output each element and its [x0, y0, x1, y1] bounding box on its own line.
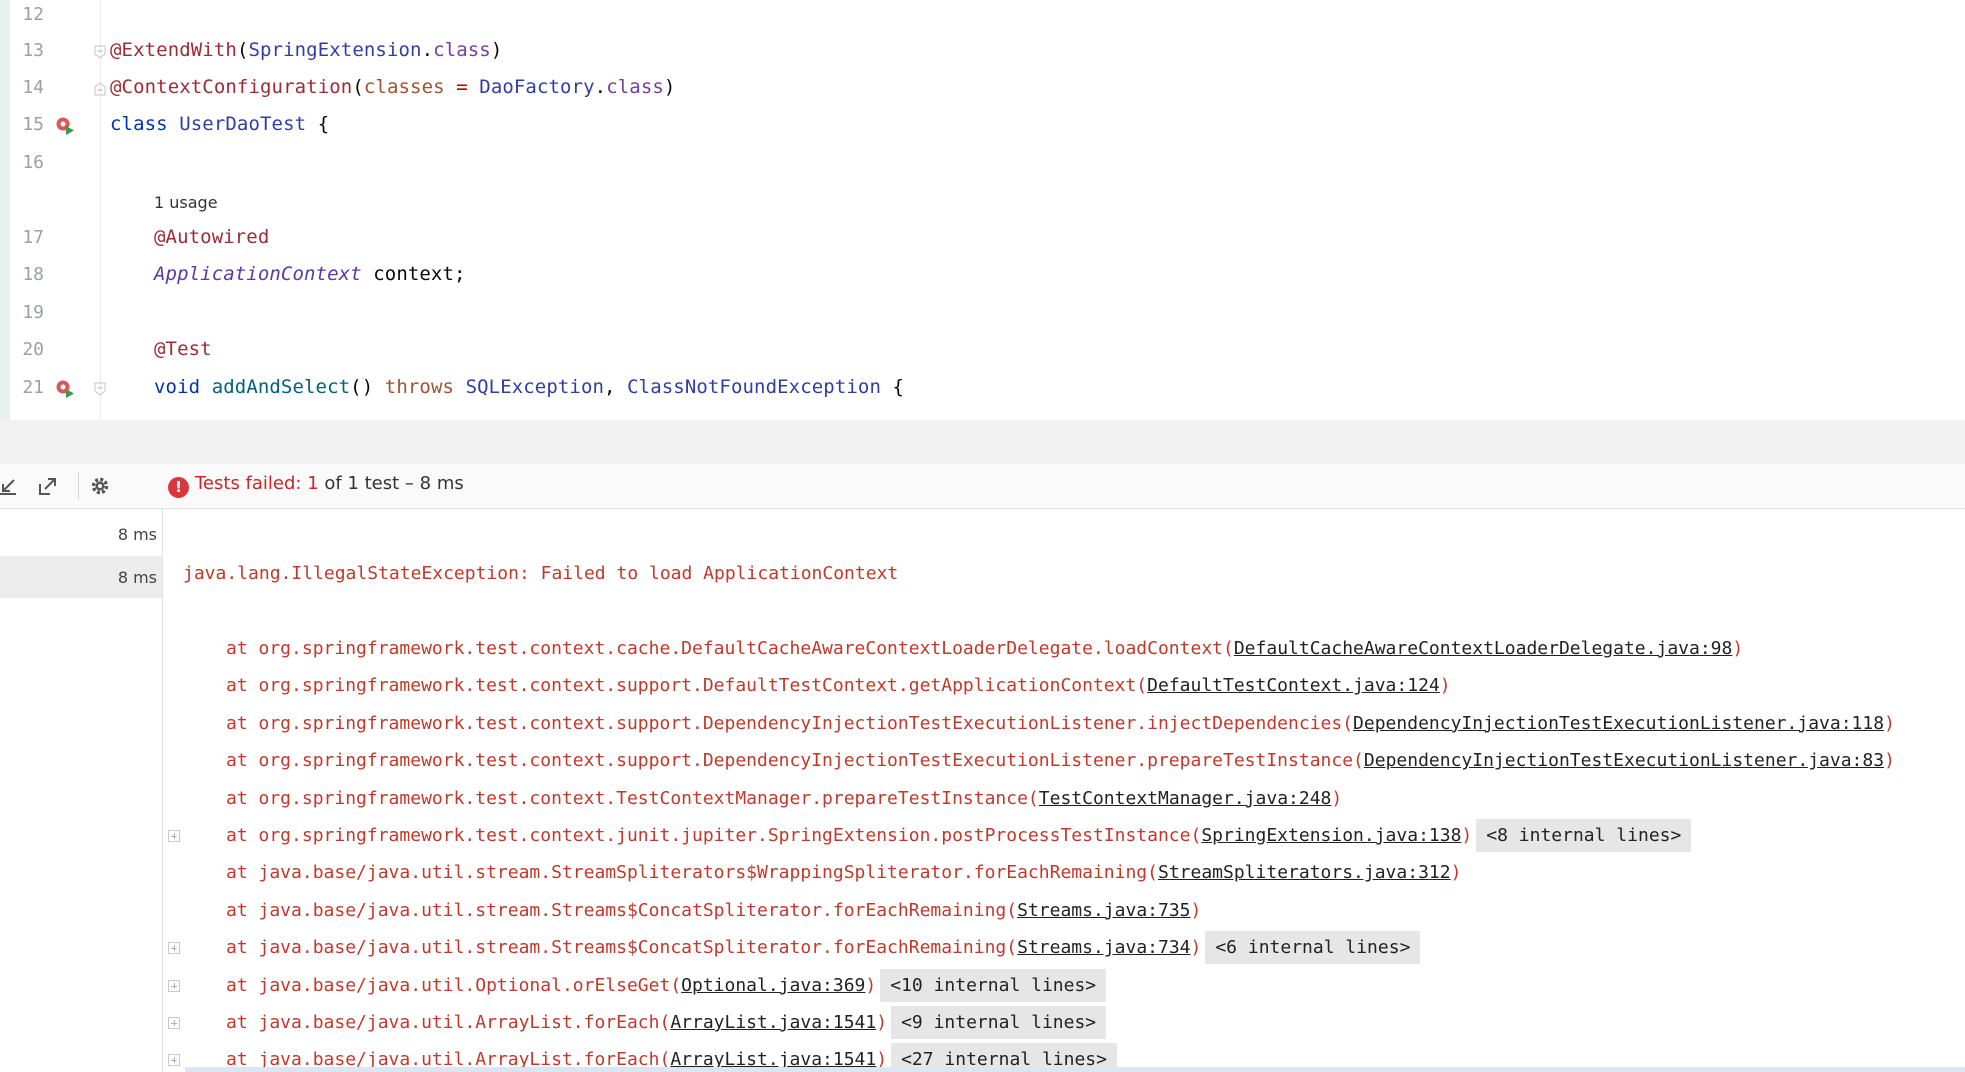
stack-frame-text: at org.springframework.test.context.juni… [226, 819, 1692, 852]
source-link[interactable]: DependencyInjectionTestExecutionListener… [1364, 750, 1884, 771]
line-number: 12 [22, 4, 44, 25]
usage-count[interactable]: 1 usage [154, 193, 218, 212]
line-number: 20 [22, 339, 44, 360]
internal-lines-toggle[interactable]: <10 internal lines> [880, 968, 1107, 1002]
code-line[interactable]: 20 @Test [0, 333, 1965, 370]
test-tree-item-selected[interactable]: 8 ms [0, 556, 162, 598]
code-text: class UserDaoTest { [110, 113, 330, 135]
test-tree-item[interactable]: 8 ms [0, 513, 162, 555]
stack-frame-line: at java.base/java.util.stream.Streams$Co… [163, 894, 1965, 931]
stack-frame-line: at java.base/java.util.stream.StreamSpli… [163, 856, 1965, 893]
test-output-console[interactable]: java.lang.IllegalStateException: Failed … [163, 509, 1965, 1072]
source-link[interactable]: Streams.java:735 [1017, 900, 1190, 921]
source-link[interactable]: SpringExtension.java:138 [1201, 825, 1461, 846]
stack-frame-text: at java.base/java.util.stream.StreamSpli… [226, 862, 1462, 884]
fold-icon[interactable] [93, 81, 107, 97]
expand-icon[interactable] [168, 979, 180, 992]
code-line[interactable]: 21 void addAndSelect() throws SQLExcepti… [0, 371, 1965, 408]
test-duration: 8 ms [117, 525, 157, 544]
code-line[interactable]: 18 ApplicationContext context; [0, 258, 1965, 295]
stack-frame-text: at java.base/java.util.stream.Streams$Co… [226, 899, 1202, 921]
test-status: ! Tests failed: 1 of 1 test – 8 ms [168, 473, 464, 498]
test-toolbar: ! Tests failed: 1 of 1 test – 8 ms [0, 464, 1965, 509]
internal-lines-toggle[interactable]: <9 internal lines> [891, 1006, 1107, 1039]
line-number: 18 [22, 264, 44, 285]
line-number: 16 [22, 152, 44, 173]
gear-icon[interactable] [88, 474, 112, 498]
code-text: ApplicationContext context; [154, 263, 466, 285]
internal-lines-toggle[interactable]: <6 internal lines> [1205, 931, 1421, 965]
line-number: 21 [22, 377, 44, 398]
source-link[interactable]: Streams.java:734 [1017, 937, 1190, 958]
stack-frame-text: at org.springframework.test.context.supp… [226, 675, 1451, 697]
exception-line: java.lang.IllegalStateException: Failed … [163, 557, 1965, 594]
code-text: @ContextConfiguration(classes = DaoFacto… [110, 76, 676, 98]
run-test-icon[interactable] [54, 115, 76, 137]
line-number: 14 [22, 77, 44, 98]
stack-frame-line: at org.springframework.test.context.supp… [163, 669, 1965, 706]
expand-icon[interactable] [168, 1017, 180, 1029]
console-bottom-border [185, 1067, 1965, 1072]
error-icon: ! [168, 477, 189, 498]
test-duration: 8 ms [117, 568, 157, 587]
source-link[interactable]: DefaultTestContext.java:124 [1147, 675, 1440, 696]
collapse-icon[interactable] [0, 474, 20, 498]
fold-icon[interactable] [93, 44, 107, 60]
code-text: @Test [154, 338, 212, 360]
source-link[interactable]: DefaultCacheAwareContextLoaderDelegate.j… [1234, 638, 1733, 659]
code-line[interactable]: 12 [0, 0, 1965, 35]
stack-frame-line: at java.base/java.util.stream.Streams$Co… [163, 931, 1965, 968]
code-text: void addAndSelect() throws SQLException,… [154, 376, 905, 398]
code-text: @ExtendWith(SpringExtension.class) [110, 39, 503, 61]
source-link[interactable]: Optional.java:369 [681, 975, 865, 996]
toolbar-separator [78, 472, 79, 500]
line-number: 15 [22, 114, 44, 135]
source-link[interactable]: StreamSpliterators.java:312 [1158, 862, 1451, 883]
stack-frame-text: at org.springframework.test.context.supp… [226, 750, 1895, 772]
expand-icon[interactable] [168, 1054, 180, 1067]
usage-hint[interactable]: 1 usage [0, 184, 1965, 221]
internal-lines-toggle[interactable]: <8 internal lines> [1476, 819, 1692, 852]
line-number: 13 [22, 40, 44, 61]
stack-frame-text: at org.springframework.test.context.cach… [226, 638, 1744, 659]
export-icon[interactable] [36, 474, 60, 498]
stack-frame-text: at java.base/java.util.Optional.orElseGe… [226, 968, 1107, 1002]
stack-frame-text: at org.springframework.test.context.Test… [226, 787, 1343, 809]
code-text: @Autowired [154, 226, 270, 248]
stack-frame-line: at org.springframework.test.context.juni… [163, 819, 1965, 856]
source-link[interactable]: ArrayList.java:1541 [670, 1012, 876, 1033]
code-line[interactable]: 13 @ExtendWith(SpringExtension.class) [0, 34, 1965, 71]
stack-frame-line: at org.springframework.test.context.Test… [163, 782, 1965, 819]
expand-icon[interactable] [168, 830, 180, 842]
stack-frame-text: at java.base/java.util.ArrayList.forEach… [226, 1006, 1107, 1039]
code-line[interactable]: 15 class UserDaoTest { [0, 108, 1965, 145]
stack-frame-text: at org.springframework.test.context.supp… [226, 712, 1895, 734]
code-line[interactable]: 17 @Autowired [0, 221, 1965, 258]
stack-frame-line: at java.base/java.util.ArrayList.forEach… [163, 1006, 1965, 1043]
code-line[interactable]: 16 [0, 146, 1965, 183]
line-number: 19 [22, 302, 44, 323]
run-test-icon[interactable] [54, 378, 76, 400]
line-number: 17 [22, 227, 44, 248]
stack-frame-line: at org.springframework.test.context.supp… [163, 744, 1965, 781]
stack-frame-line: at org.springframework.test.context.supp… [163, 707, 1965, 744]
panel-splitter[interactable] [0, 420, 1965, 464]
expand-icon[interactable] [168, 942, 180, 955]
code-line[interactable]: 14 @ContextConfiguration(classes = DaoFa… [0, 71, 1965, 108]
source-link[interactable]: TestContextManager.java:248 [1039, 788, 1332, 809]
test-tree[interactable]: 8 ms 8 ms [0, 509, 163, 1072]
code-line[interactable]: 19 [0, 296, 1965, 333]
stack-frame-text: at java.base/java.util.stream.Streams$Co… [226, 931, 1421, 965]
code-editor[interactable]: 12 13 @ExtendWith(SpringExtension.class)… [0, 0, 1965, 420]
stack-frame-line: at org.springframework.test.context.cach… [163, 632, 1965, 669]
fold-icon[interactable] [93, 381, 107, 397]
exception-message: java.lang.IllegalStateException: Failed … [183, 563, 899, 584]
stack-frame-line: at java.base/java.util.Optional.orElseGe… [163, 968, 1965, 1006]
source-link[interactable]: DependencyInjectionTestExecutionListener… [1353, 713, 1884, 734]
